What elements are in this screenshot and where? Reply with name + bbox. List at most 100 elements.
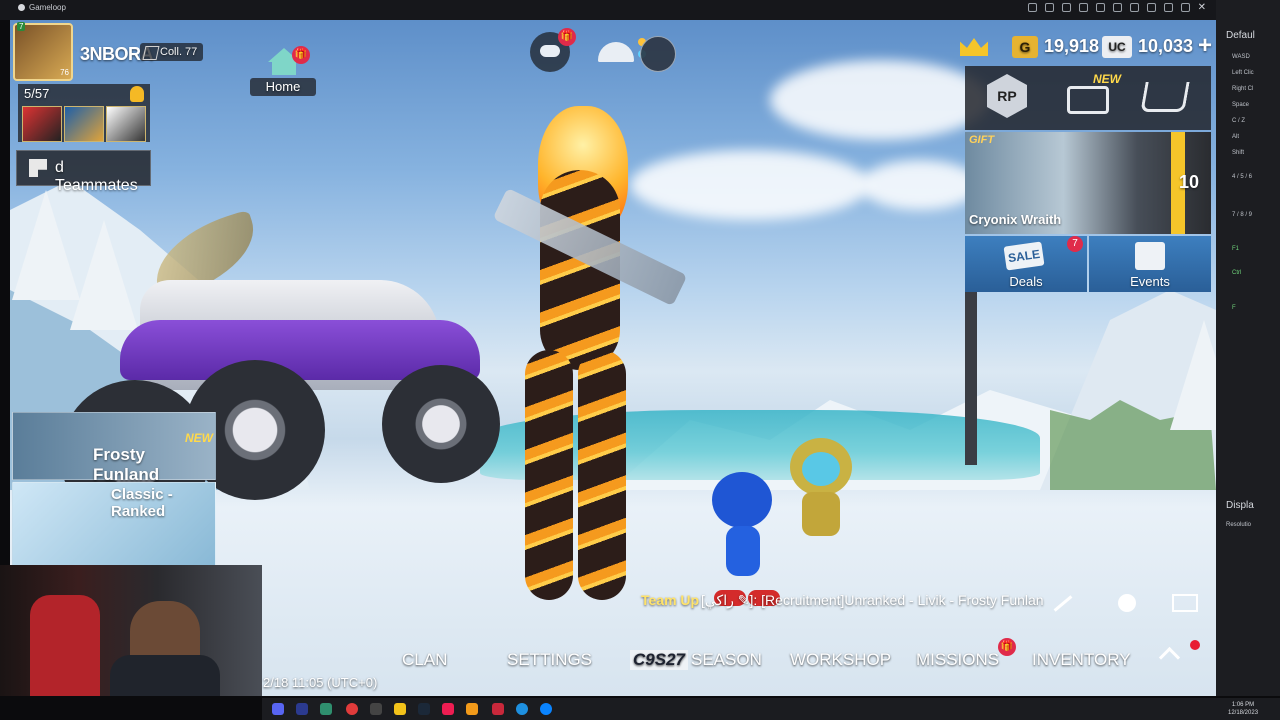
friends-count: 5/57 <box>24 86 50 101</box>
featured-name: Cryonix Wraith <box>969 212 1062 227</box>
friend-avatar[interactable] <box>22 106 62 142</box>
expand-up-icon[interactable] <box>1158 646 1181 669</box>
crate-new-tag: NEW <box>1093 72 1121 86</box>
window-controls: ✕ <box>1027 3 1206 13</box>
bell-icon[interactable] <box>130 86 144 102</box>
events-label: Events <box>1130 274 1170 289</box>
collection-icon <box>142 46 160 60</box>
avatar-tag: 7 <box>17 22 26 31</box>
edge-icon[interactable] <box>540 703 552 715</box>
nav-missions[interactable]: MISSIONS <box>916 650 999 670</box>
season-label: SEASON <box>690 650 762 669</box>
sonic-companion <box>712 472 782 612</box>
featured-item-banner[interactable]: GIFT Cryonix Wraith 10 <box>965 132 1211 234</box>
minimize-icon[interactable] <box>1163 3 1173 12</box>
keymap-row: Alt <box>1232 134 1240 140</box>
shop-panel: RP NEW <box>965 66 1211 130</box>
keymap-row: Right Cl <box>1232 86 1254 92</box>
keymap-row: C / Z <box>1232 118 1245 124</box>
friends-panel[interactable]: 5/57 <box>18 84 150 142</box>
mode-frosty-funland[interactable]: Frosty Funland NEW <box>12 412 216 484</box>
royale-pass-button[interactable]: RP <box>987 74 1027 118</box>
home-icon-base <box>272 61 296 75</box>
nav-settings[interactable]: SETTINGS <box>507 650 592 670</box>
back-icon[interactable] <box>1061 3 1071 12</box>
fullscreen-icon[interactable] <box>1095 3 1105 12</box>
sidebar-toggle-icon[interactable] <box>1129 3 1139 12</box>
settings-icon[interactable] <box>1112 3 1122 12</box>
expand-icon[interactable] <box>1170 590 1200 616</box>
season-tag: C9S27 <box>630 650 688 670</box>
g-coin-value: 19,918 <box>1044 36 1100 56</box>
app-icon[interactable] <box>492 703 504 715</box>
app-icon[interactable] <box>394 703 406 715</box>
signpost <box>965 285 977 465</box>
nav-clan[interactable]: CLAN <box>402 650 447 670</box>
snow-tree <box>1170 320 1216 430</box>
crown-icon[interactable] <box>960 38 988 56</box>
player-avatar[interactable]: 7 76 <box>13 22 73 81</box>
browser-icon[interactable] <box>516 703 528 715</box>
emulator-titlebar: Gameloop ✕ <box>0 0 1216 20</box>
avatar-level: 76 <box>60 68 69 77</box>
discord-icon[interactable] <box>272 703 284 715</box>
gift-icon: 🎁 <box>998 638 1016 656</box>
app-icon[interactable] <box>370 703 382 715</box>
cart-icon[interactable] <box>1140 82 1190 112</box>
sky-cloud <box>770 60 990 140</box>
maximize-icon[interactable] <box>1180 3 1190 12</box>
tiktok-icon[interactable] <box>442 703 454 715</box>
nav-season[interactable]: C9S27 SEASON <box>630 650 762 670</box>
featured-brand: GIFT <box>969 134 995 146</box>
history-icon[interactable] <box>1078 3 1088 12</box>
deals-label: Deals <box>1009 274 1043 289</box>
sale-icon: SALE <box>1003 241 1045 271</box>
collection-badge[interactable]: Coll. 77 <box>140 43 204 61</box>
mode-classic-ranked[interactable]: Classic - Ranked <box>12 482 216 566</box>
close-icon[interactable]: ✕ <box>1198 3 1206 13</box>
streamer-hoodie <box>110 655 220 696</box>
home-button[interactable]: 🎁 Home <box>250 46 316 100</box>
moon-icon[interactable] <box>640 36 676 72</box>
boost-icon[interactable] <box>1044 3 1054 12</box>
featured-count: 10 <box>1179 172 1200 192</box>
magic-wand-icon[interactable] <box>1048 590 1078 616</box>
keymap-row: 7 / 8 / 9 <box>1232 212 1253 218</box>
emote-icon[interactable] <box>1112 590 1142 616</box>
app-icon[interactable] <box>466 703 478 715</box>
team-up-label[interactable]: Team Up <box>641 592 699 608</box>
nav-workshop[interactable]: WORKSHOP <box>790 650 891 670</box>
find-teammates-button[interactable]: d Teammates <box>16 150 151 194</box>
webcam-overlay <box>0 565 262 696</box>
igloo-icon[interactable] <box>598 42 634 62</box>
friend-avatar[interactable] <box>64 106 104 142</box>
chat-message: [راكي ✎]: [Recruitment]Unranked - Livik … <box>701 592 1044 608</box>
app-icon[interactable] <box>320 703 332 715</box>
crate-icon[interactable] <box>1067 86 1109 114</box>
nav-inventory[interactable]: INVENTORY <box>1032 650 1131 670</box>
cloud-icon <box>540 45 560 57</box>
events-button[interactable]: Events <box>1089 236 1211 292</box>
photoshop-icon[interactable] <box>296 703 308 715</box>
deals-badge: 7 <box>1067 236 1083 252</box>
keymap-header[interactable]: Defaul <box>1226 30 1255 41</box>
gaming-chair <box>30 595 100 696</box>
keymap-row: WASD <box>1232 54 1250 60</box>
steam-icon[interactable] <box>418 703 430 715</box>
g-coin-icon: G <box>1012 36 1038 58</box>
home-label: Home <box>250 78 316 96</box>
keymap-row: Shift <box>1232 150 1245 156</box>
new-tag: NEW <box>185 431 213 445</box>
character-leg <box>525 350 573 600</box>
help-icon[interactable] <box>1027 3 1037 12</box>
deals-button[interactable]: SALE 7 Deals <box>965 236 1087 292</box>
mode-name: Frosty Funland <box>93 445 160 484</box>
top-center-controls: 🎁 <box>530 28 690 72</box>
currency-bar: G 19,918 UC 10,033 + <box>960 32 1212 62</box>
obs-icon[interactable] <box>346 703 358 715</box>
astronaut-visor <box>802 452 840 486</box>
keymap-sidebar: Defaul WASD Left Clic Right Cl Space C /… <box>1216 0 1280 696</box>
add-uc-button[interactable]: + <box>1198 32 1212 60</box>
friend-avatar[interactable] <box>106 106 146 142</box>
menu-icon[interactable] <box>1146 3 1156 12</box>
